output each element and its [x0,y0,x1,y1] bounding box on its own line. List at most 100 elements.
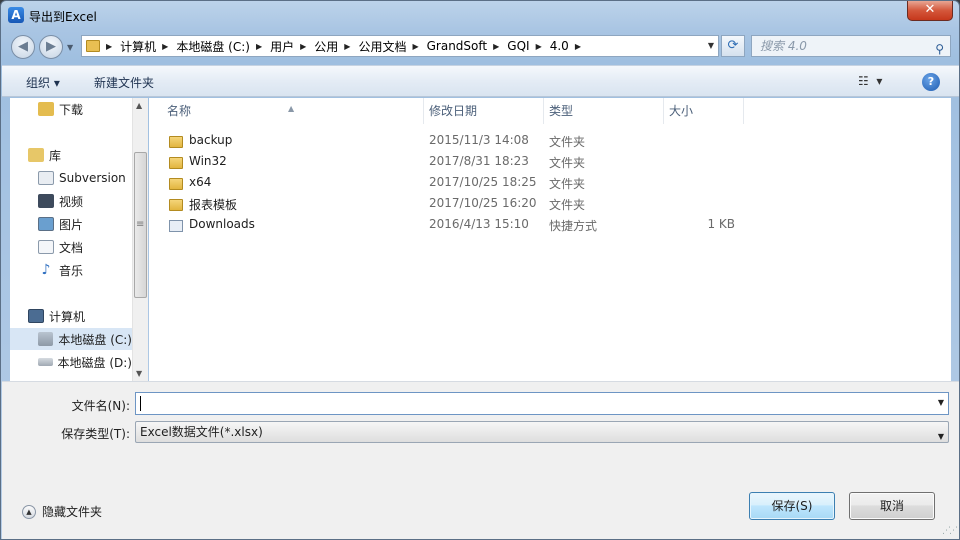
folder-icon [169,178,183,190]
command-bar: 组织 ▾ 新建文件夹 ☷ ▾ ? [2,65,959,97]
file-date: 2016/4/13 15:10 [429,217,529,231]
recent-locations-dropdown[interactable]: ▼ [67,43,73,52]
sidebar-item-libraries[interactable]: 库 [10,144,132,166]
file-date: 2015/11/3 14:08 [429,133,529,147]
subversion-library-icon [38,171,54,185]
table-row[interactable]: backup 2015/11/3 14:08 文件夹 [149,131,951,152]
file-size: 1 KB [707,217,735,231]
change-view-button[interactable]: ☷ ▾ [858,74,882,88]
view-details-icon: ☷ [858,74,869,88]
dialog-footer: 文件名(N): ▼ 保存类型(T): Excel数据文件(*.xlsx) ▼ ▲… [2,381,959,539]
hide-folders-label: 隐藏文件夹 [42,505,103,519]
table-row[interactable]: Downloads 2016/4/13 15:10 快捷方式 1 KB [149,215,951,236]
filetype-value: Excel数据文件(*.xlsx) [140,425,263,439]
filename-field[interactable]: ▼ [135,392,949,415]
shortcut-icon [169,220,183,232]
sidebar-item-computer[interactable]: 计算机 [10,305,132,327]
forward-arrow-icon: ▶ [46,39,56,54]
sidebar-item-downloads[interactable]: 下载 [10,98,132,120]
sidebar-item-pictures[interactable]: 图片 [10,213,132,235]
file-type: 文件夹 [549,198,586,212]
breadcrumb-item[interactable]: GQI ▶ [507,39,549,53]
chevron-down-icon[interactable]: ▼ [938,427,944,447]
address-bar[interactable]: ▶ 计算机 ▶ 本地磁盘 (C:) ▶ 用户 ▶ 公用 ▶ 公用文档 ▶ GrandSof… [81,35,719,57]
column-header-name[interactable]: ▲ 名称 [149,98,424,124]
chevron-down-icon: ▾ [876,74,883,88]
computer-icon [28,309,44,323]
column-header-type[interactable]: 类型 [544,98,664,124]
column-header-date[interactable]: 修改日期 [424,98,544,124]
navigation-pane: 下载 库 Subversion 视频 图片 文档 ♪ 音乐 计算机 本地磁盘 (C… [10,98,148,381]
sort-ascending-icon: ▲ [288,104,295,113]
organize-menu[interactable]: 组织 ▾ [26,74,60,91]
breadcrumb-item[interactable]: 本地磁盘 (C:) ▶ [176,38,270,55]
file-name: Win32 [189,154,227,168]
column-header-size[interactable]: 大小 [664,98,744,124]
sidebar-item-videos[interactable]: 视频 [10,190,132,212]
breadcrumb-item[interactable]: GrandSoft ▶ [427,39,508,53]
sidebar-item-music[interactable]: ♪ 音乐 [10,259,132,281]
save-dialog: A 导出到Excel ✕ ◀ ▶ ▼ ▶ 计算机 ▶ 本地磁盘 (C:) ▶ 用户 ▶… [0,0,960,540]
back-button[interactable]: ◀ [11,35,35,59]
drive-icon [38,358,53,366]
forward-button[interactable]: ▶ [39,35,63,59]
collapse-up-icon: ▲ [22,504,36,519]
close-button[interactable]: ✕ [907,1,953,21]
file-type: 文件夹 [549,156,586,170]
breadcrumb-item[interactable]: 4.0 ▶ [550,39,589,53]
sidebar-item-subversion[interactable]: Subversion [10,167,132,189]
file-name: Downloads [189,217,255,231]
system-drive-icon [38,332,54,346]
music-icon: ♪ [41,262,51,278]
save-button[interactable]: 保存(S) [749,492,835,520]
breadcrumb-item[interactable]: 用户 ▶ [270,38,314,55]
help-icon[interactable]: ? [922,73,940,91]
navigation-scrollbar[interactable]: ▲ ≡ ▼ [132,98,148,381]
file-name: 报表模板 [189,198,238,212]
folder-icon [169,136,183,148]
root-arrow-icon[interactable]: ▶ [106,42,120,51]
resize-grip-icon[interactable]: ⋰⋰ [942,526,958,536]
filetype-select[interactable]: Excel数据文件(*.xlsx) ▼ [135,421,949,443]
download-folder-icon [38,102,54,116]
filename-label: 文件名(N): [71,399,130,413]
folder-icon [169,199,183,211]
cancel-button[interactable]: 取消 [849,492,935,520]
window-title: 导出到Excel [29,10,97,24]
sidebar-item-drive-c[interactable]: 本地磁盘 (C:) [10,328,132,350]
sidebar-item-documents[interactable]: 文档 [10,236,132,258]
file-type: 快捷方式 [549,219,598,233]
folder-icon [86,40,100,52]
breadcrumb-item[interactable]: 公用 ▶ [314,38,358,55]
breadcrumb-item[interactable]: 公用文档 ▶ [358,38,426,55]
file-date: 2017/10/25 18:25 [429,175,537,189]
new-folder-button[interactable]: 新建文件夹 [94,74,154,91]
library-icon [28,148,44,162]
chevron-down-icon[interactable]: ▼ [938,398,944,407]
sidebar-item-drive-d[interactable]: 本地磁盘 (D:) [10,351,132,373]
refresh-icon: ⟳ [727,38,739,53]
back-arrow-icon: ◀ [18,39,28,54]
table-row[interactable]: x64 2017/10/25 18:25 文件夹 [149,173,951,194]
filetype-label: 保存类型(T): [61,427,130,441]
breadcrumb-item[interactable]: 计算机 ▶ [120,38,176,55]
table-row[interactable]: Win32 2017/8/31 18:23 文件夹 [149,152,951,173]
table-row[interactable]: 报表模板 2017/10/25 16:20 文件夹 [149,194,951,215]
app-icon: A [8,7,24,23]
scroll-down-icon[interactable]: ▼ [136,369,142,378]
text-caret [140,396,141,411]
refresh-button[interactable]: ⟳ [721,35,745,57]
file-type: 文件夹 [549,177,586,191]
search-icon[interactable]: ⚲ [935,39,944,59]
file-name: backup [189,133,233,147]
folder-icon [169,157,183,169]
hide-folders-toggle[interactable]: ▲ 隐藏文件夹 [22,503,102,520]
file-name: x64 [189,175,212,189]
search-placeholder: 搜索 4.0 [760,39,807,53]
search-input[interactable]: 搜索 4.0 ⚲ [751,35,951,57]
scroll-up-icon[interactable]: ▲ [136,101,142,110]
file-date: 2017/10/25 16:20 [429,196,537,210]
scrollbar-grip-icon: ≡ [136,219,145,230]
address-dropdown-icon[interactable]: ▼ [708,41,714,50]
file-list: ▲ 名称 修改日期 类型 大小 backup 2015/11/3 14:08 文… [149,98,951,381]
